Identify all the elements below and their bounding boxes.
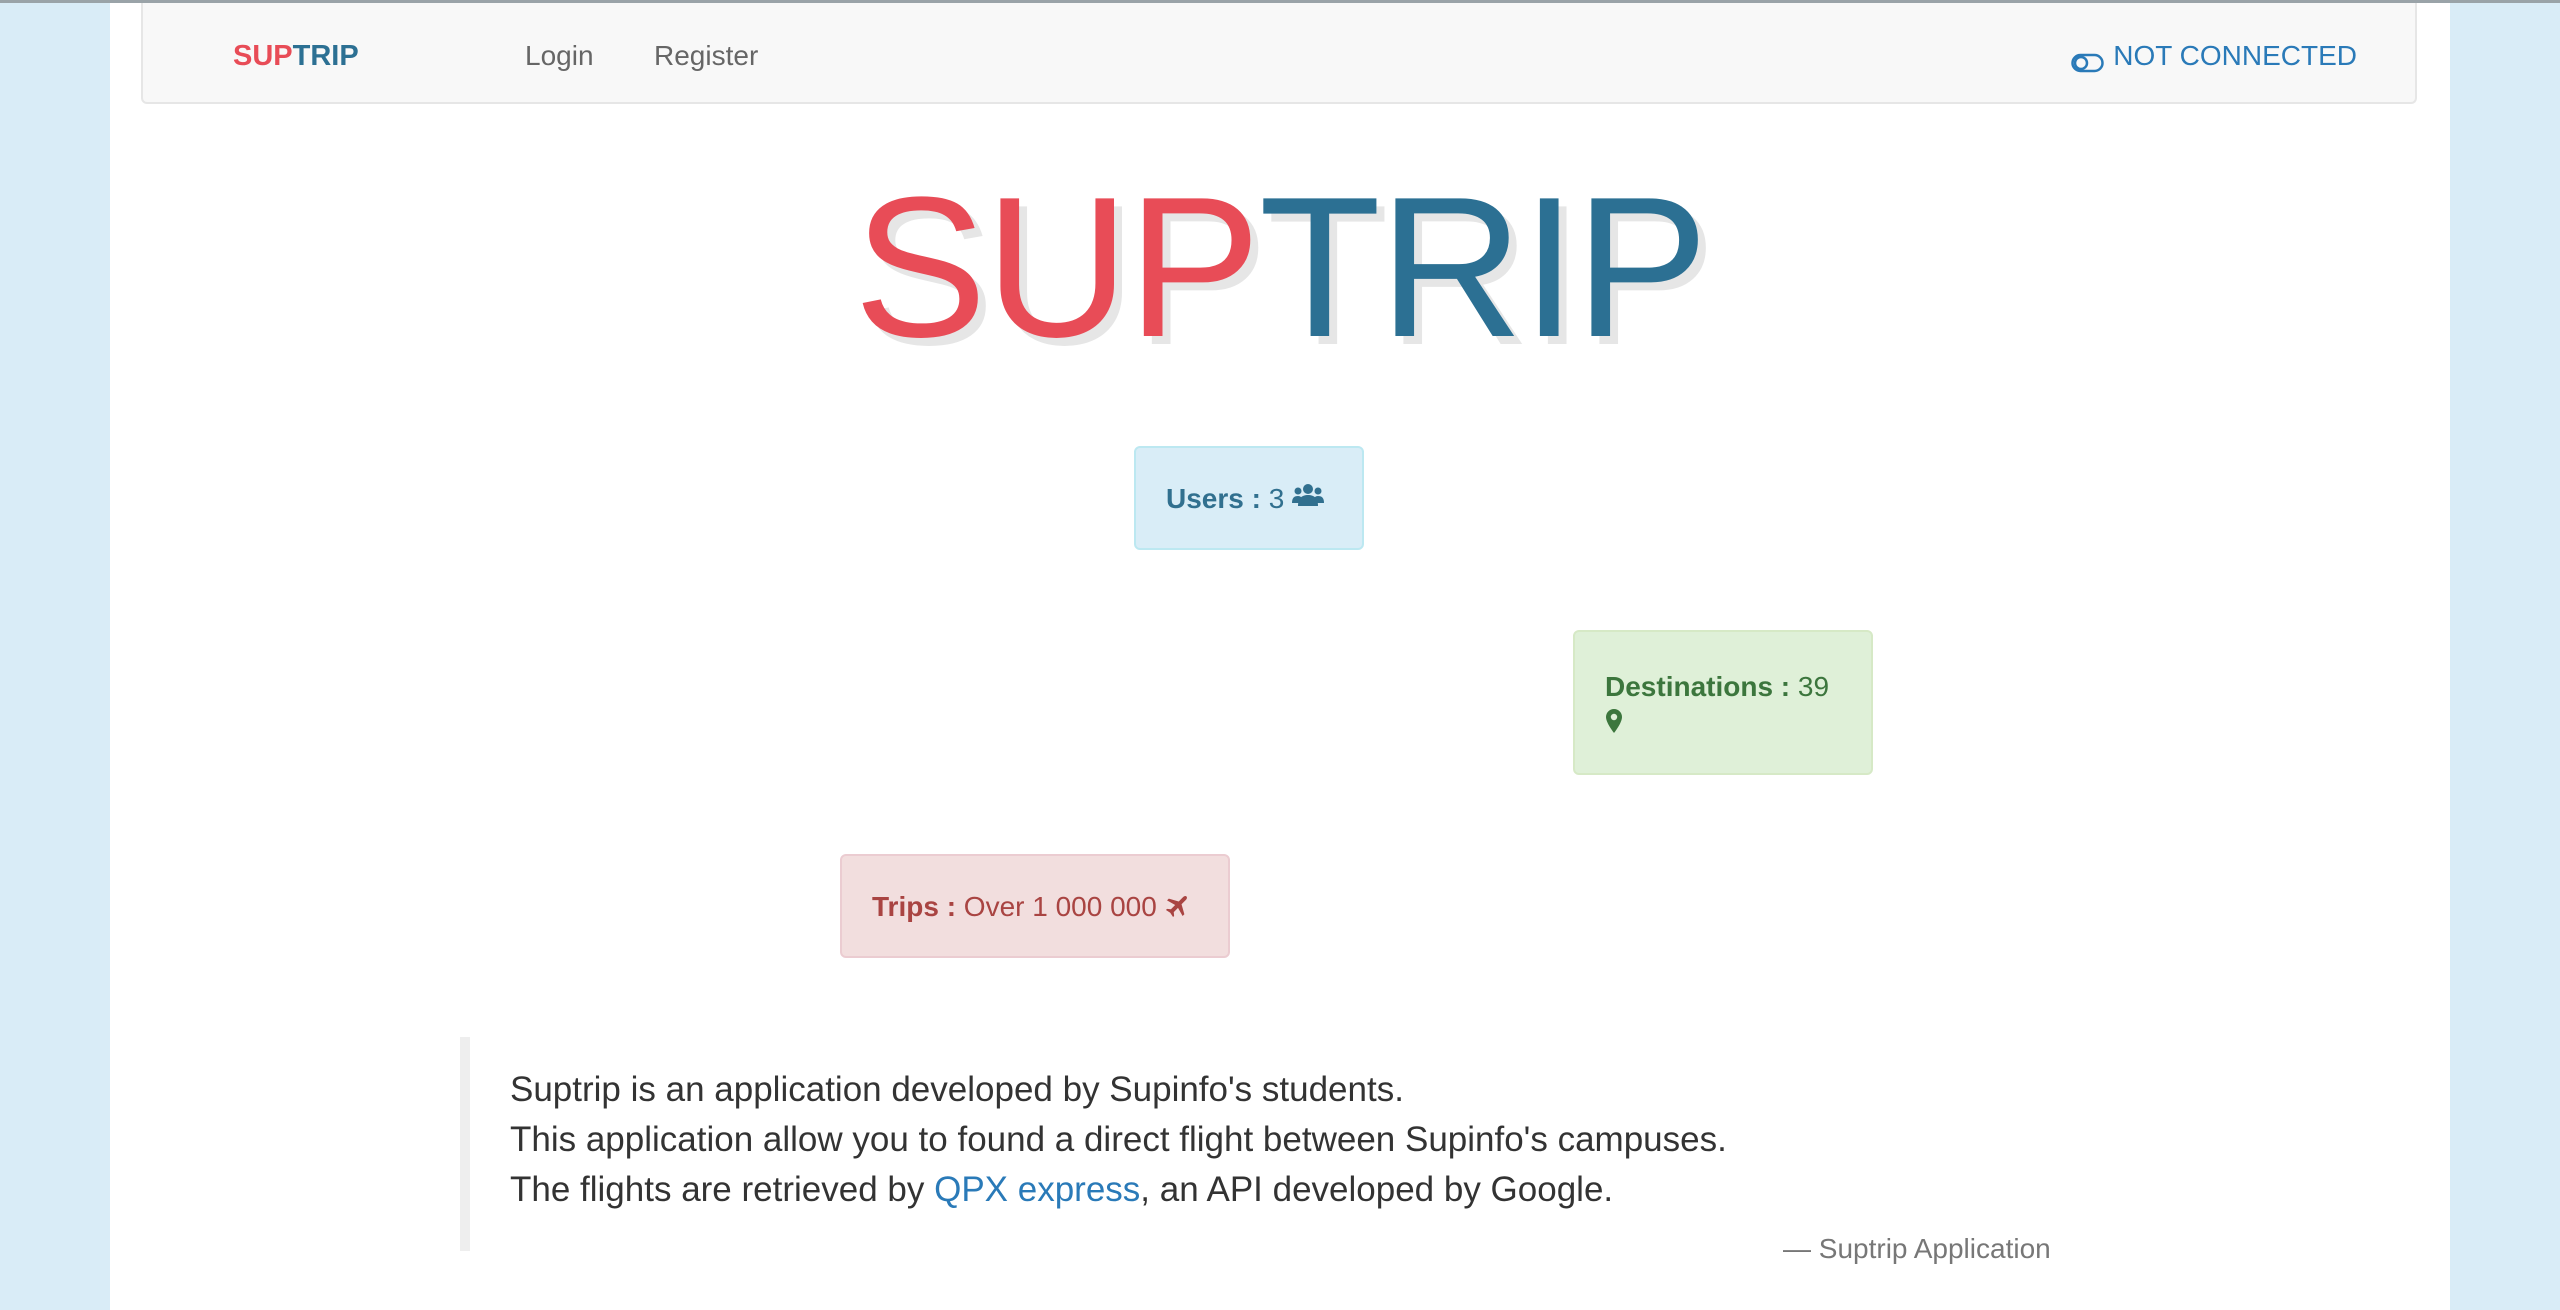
users-icon [1292,482,1325,519]
users-stat-label: Users : [1166,483,1261,514]
users-stat-value: 3 [1268,483,1285,514]
brand-logo[interactable]: SUPTRIP [233,38,359,74]
page-container: SUPTRIP Login Register NOT CONNECTED SUP… [110,3,2450,1310]
map-marker-icon [1605,707,1623,743]
navbar: SUPTRIP Login Register NOT CONNECTED [141,3,2417,104]
qpx-express-link[interactable]: QPX express [934,1170,1140,1209]
about-blockquote: Suptrip is an application developed by S… [460,1037,2180,1251]
about-line-3-prefix: The flights are retrieved by [510,1170,935,1209]
connection-status[interactable]: NOT CONNECTED [2071,38,2357,74]
destinations-stat-label: Destinations : [1605,671,1791,702]
nav-register-link[interactable]: Register [654,38,758,74]
about-line-3: The flights are retrieved by QPX express… [510,1165,2180,1215]
hero-title-trip: TRIP [1258,156,1709,379]
destinations-stat-value: 39 [1797,671,1830,702]
destinations-stat-box: Destinations : 39 [1573,630,1873,775]
nav-login-link[interactable]: Login [525,38,594,74]
hero-title: SUPTRIP [110,153,2450,383]
about-line-3-suffix: , an API developed by Google. [1140,1170,1614,1209]
trips-stat-label: Trips : [872,891,957,922]
brand-trip: TRIP [292,40,359,72]
hero-title-sup: SUP [853,156,1261,379]
trips-stat-box: Trips : Over 1 000 000 [840,854,1230,958]
users-stat-box: Users : 3 [1134,446,1364,550]
trips-stat-value: Over 1 000 000 [963,891,1157,922]
about-line-2: This application allow you to found a di… [510,1120,1727,1159]
connection-status-label: NOT CONNECTED [2113,40,2357,71]
plane-icon [1165,891,1191,927]
toggle-off-icon [2071,46,2105,73]
quote-citation: — Suptrip Application [1783,1233,2051,1264]
brand-sup: SUP [233,40,293,72]
about-line-1: Suptrip is an application developed by S… [510,1070,1404,1109]
